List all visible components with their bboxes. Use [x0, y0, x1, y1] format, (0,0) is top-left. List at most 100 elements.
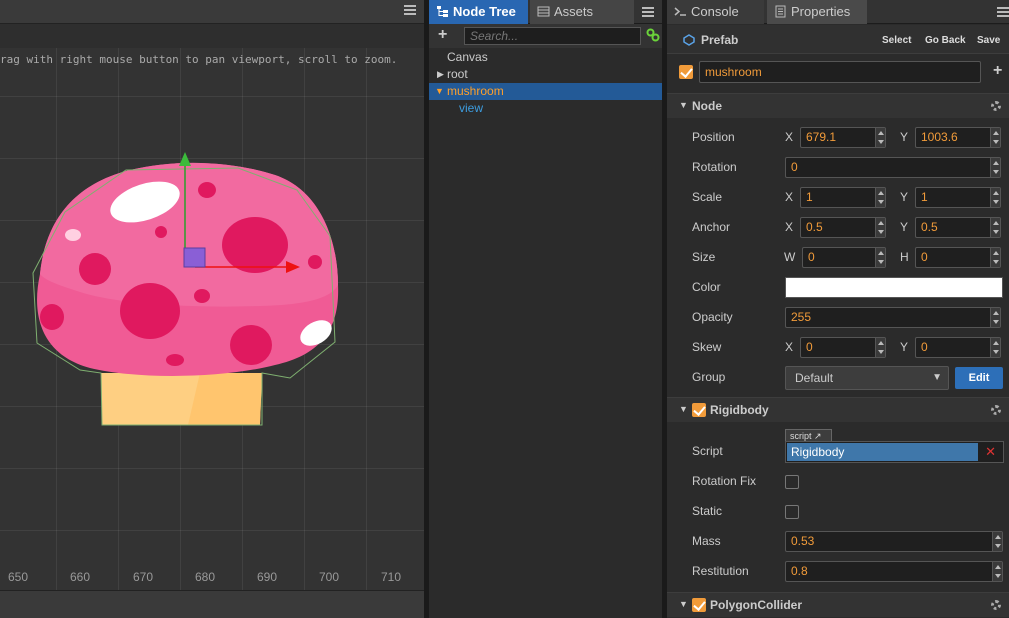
skew-x-value: 0 [806, 340, 813, 354]
node-tree-panel: Node Tree Assets + Search... Canvas ▶ ro… [429, 0, 662, 618]
rotation-fix-checkbox[interactable] [785, 475, 799, 489]
save-button[interactable]: Save [977, 35, 1000, 46]
script-field[interactable]: Rigidbody ✕ [785, 441, 1004, 463]
collapse-arrow-icon[interactable]: ▼ [435, 83, 444, 100]
go-back-button[interactable]: Go Back [925, 35, 966, 46]
anchor-y-stepper[interactable] [990, 218, 1000, 237]
tree-tab-bar: Node Tree Assets [429, 0, 662, 24]
size-w-value: 0 [808, 250, 815, 264]
size-w-label: W [784, 250, 796, 264]
mass-stepper[interactable] [992, 532, 1002, 551]
node-active-checkbox[interactable] [679, 65, 693, 79]
scale-x-field[interactable]: 1 [800, 187, 886, 208]
tree-item-label: Canvas [447, 50, 488, 64]
tab-assets[interactable]: Assets [530, 0, 634, 24]
gear-icon[interactable] [991, 101, 1001, 111]
ruler-label: 650 [8, 570, 29, 584]
ruler-label: 670 [133, 570, 154, 584]
skew-y-stepper[interactable] [990, 338, 1000, 357]
collapse-arrow-icon[interactable]: ▼ [679, 404, 688, 414]
tree-item-label: mushroom [447, 84, 504, 98]
rigidbody-section-header[interactable]: ▼ Rigidbody [667, 397, 1009, 422]
ruler-label: 660 [70, 570, 91, 584]
tree-item-label: view [459, 101, 484, 115]
group-label: Group [692, 370, 726, 384]
skew-y-field[interactable]: 0 [915, 337, 1001, 358]
anchor-x-label: X [785, 220, 794, 234]
gear-icon[interactable] [991, 405, 1001, 415]
prefab-icon [683, 34, 695, 46]
node-section-header[interactable]: ▼ Node [667, 93, 1009, 118]
expand-arrow-icon[interactable]: ▶ [437, 66, 444, 83]
skew-x-stepper[interactable] [875, 338, 885, 357]
mushroom-sprite[interactable] [0, 0, 424, 618]
size-h-field[interactable]: 0 [915, 247, 1001, 268]
node-section-title: Node [692, 99, 722, 113]
rotation-field[interactable]: 0 [785, 157, 1001, 178]
scale-label: Scale [692, 190, 723, 204]
scale-y-field[interactable]: 1 [915, 187, 1001, 208]
position-x-field[interactable]: 679.1 [800, 127, 886, 148]
tab-properties[interactable]: Properties [767, 0, 867, 24]
select-button[interactable]: Select [882, 35, 911, 46]
scale-x-stepper[interactable] [875, 188, 885, 207]
node-name-input[interactable]: mushroom [699, 61, 981, 83]
scale-y-label: Y [900, 190, 909, 204]
props-menu-icon[interactable] [997, 7, 1009, 17]
polygon-collider-section-header[interactable]: ▼ PolygonCollider [667, 592, 1009, 617]
viewport-hint: rag with right mouse button to pan viewp… [0, 53, 398, 66]
mass-value: 0.53 [791, 534, 815, 548]
size-h-stepper[interactable] [990, 248, 1000, 267]
position-y-stepper[interactable] [990, 128, 1000, 147]
panel-divider[interactable] [424, 0, 429, 618]
color-label: Color [692, 280, 721, 294]
assets-icon [537, 6, 550, 17]
anchor-y-value: 0.5 [921, 220, 938, 234]
skew-x-field[interactable]: 0 [800, 337, 886, 358]
mass-field[interactable]: 0.53 [785, 531, 1003, 552]
tree-item-view[interactable]: view [429, 100, 662, 117]
tree-menu-icon[interactable] [642, 7, 654, 17]
tab-console[interactable]: Console [667, 0, 764, 24]
opacity-field[interactable]: 255 [785, 307, 1001, 328]
anchor-x-field[interactable]: 0.5 [800, 217, 886, 238]
rigidbody-enabled-checkbox[interactable] [692, 403, 706, 417]
gear-icon[interactable] [991, 600, 1001, 610]
color-swatch[interactable] [785, 277, 1003, 298]
polygon-collider-enabled-checkbox[interactable] [692, 598, 706, 612]
search-input[interactable]: Search... [464, 27, 641, 45]
restitution-field[interactable]: 0.8 [785, 561, 1003, 582]
position-y-value: 1003.6 [921, 130, 958, 144]
tab-node-tree[interactable]: Node Tree [429, 0, 528, 24]
add-node-icon[interactable]: + [438, 26, 447, 44]
rotation-stepper[interactable] [990, 158, 1000, 177]
tree-item-canvas[interactable]: Canvas [429, 49, 662, 66]
group-select[interactable]: Default ▼ [785, 366, 949, 390]
static-checkbox[interactable] [785, 505, 799, 519]
tree-item-mushroom[interactable]: ▼ mushroom [429, 83, 662, 100]
clear-script-icon[interactable]: ✕ [985, 444, 996, 460]
size-w-stepper[interactable] [875, 248, 885, 267]
position-x-stepper[interactable] [875, 128, 885, 147]
restitution-stepper[interactable] [992, 562, 1002, 581]
opacity-stepper[interactable] [990, 308, 1000, 327]
collapse-arrow-icon[interactable]: ▼ [679, 599, 688, 609]
polygon-collider-section-title: PolygonCollider [710, 598, 803, 612]
scale-x-value: 1 [806, 190, 813, 204]
props-tab-bar: Console Properties [667, 0, 1009, 24]
scene-bottom-bar [0, 590, 424, 618]
collapse-arrow-icon[interactable]: ▼ [679, 100, 688, 110]
anchor-y-field[interactable]: 0.5 [915, 217, 1001, 238]
scale-y-stepper[interactable] [990, 188, 1000, 207]
position-x-value: 679.1 [806, 130, 837, 144]
anchor-x-stepper[interactable] [875, 218, 885, 237]
anchor-x-value: 0.5 [806, 220, 823, 234]
tree-item-root[interactable]: ▶ root [429, 66, 662, 83]
anchor-y-label: Y [900, 220, 909, 234]
add-component-icon[interactable]: + [993, 62, 1002, 80]
panel-divider[interactable] [662, 0, 667, 618]
size-w-field[interactable]: 0 [802, 247, 886, 268]
position-y-field[interactable]: 1003.6 [915, 127, 1001, 148]
edit-group-button[interactable]: Edit [955, 367, 1003, 389]
link-icon[interactable] [646, 28, 660, 42]
